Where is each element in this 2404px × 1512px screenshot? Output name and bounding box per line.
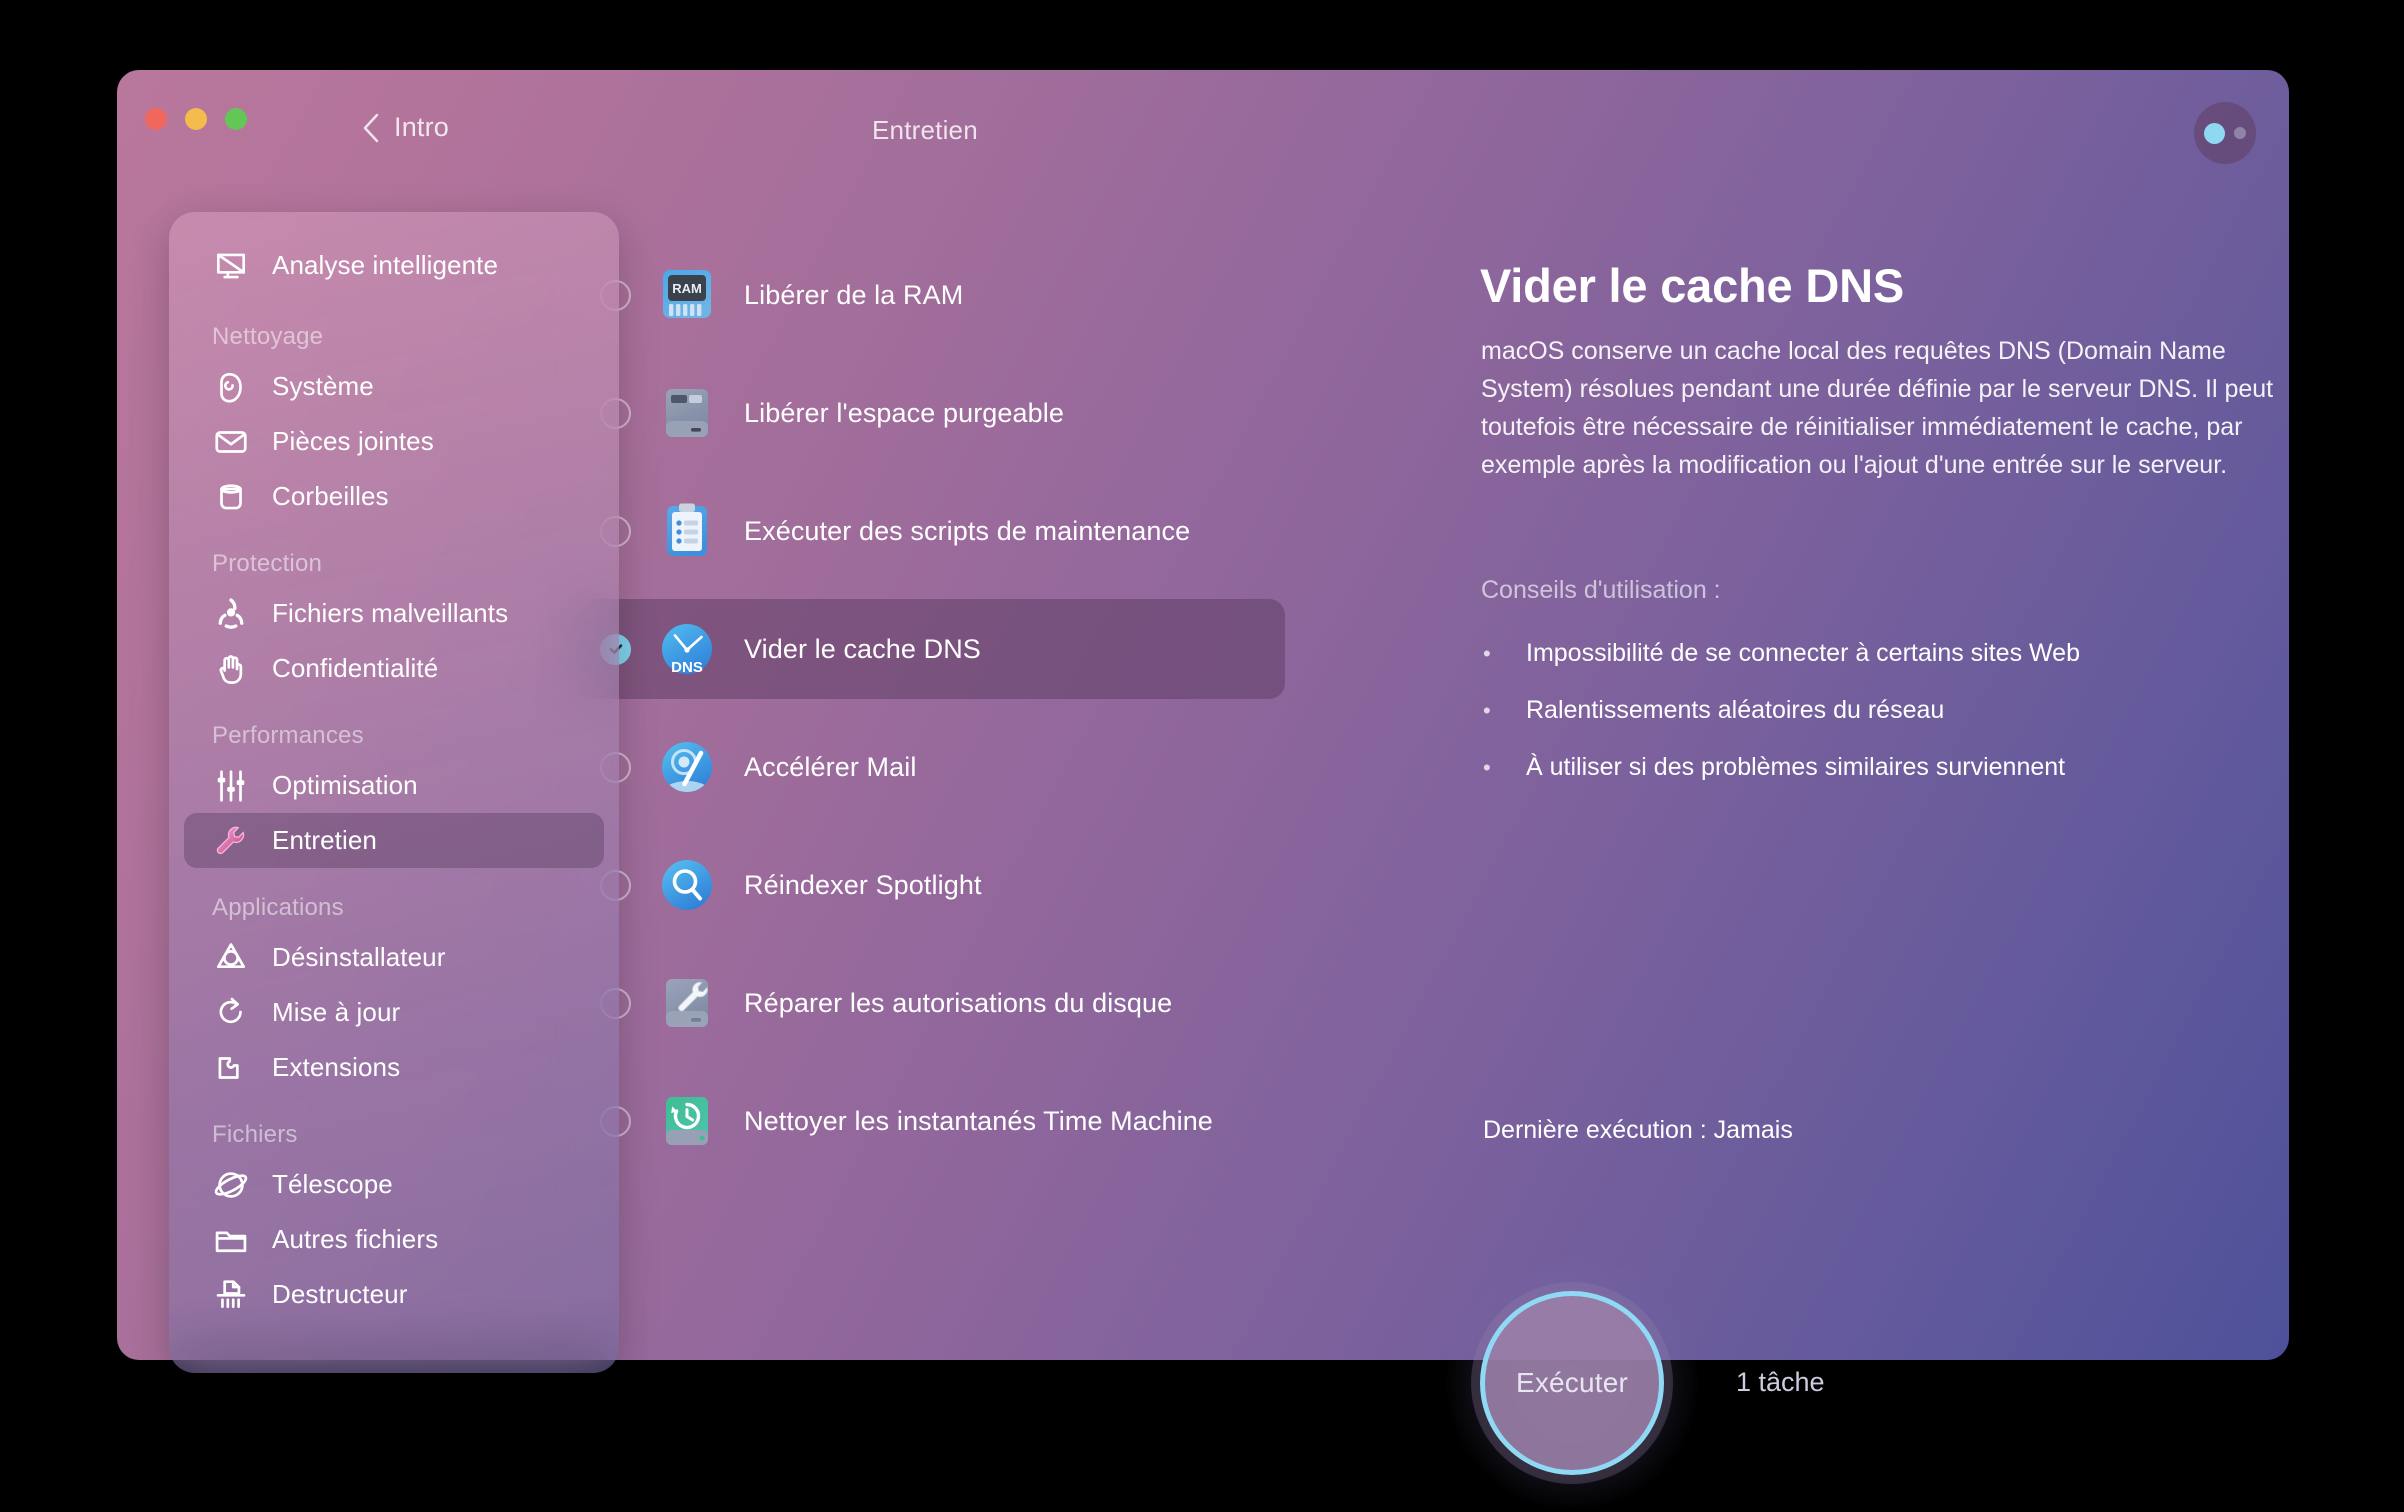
sidebar-item-analyse-intelligente[interactable]: Analyse intelligente <box>184 238 604 293</box>
task-label: Nettoyer les instantanés Time Machine <box>744 1105 1213 1136</box>
sidebar-group-title: Protection <box>212 550 323 577</box>
task-row[interactable]: Réindexer Spotlight <box>575 835 1285 935</box>
purgeable-disk-icon <box>658 384 716 442</box>
biohazard-icon <box>212 595 250 633</box>
sidebar-item-label: Destructeur <box>272 1279 408 1309</box>
minimize-button[interactable] <box>185 108 207 130</box>
task-label: Réindexer Spotlight <box>744 869 982 900</box>
sidebar-item-label: Corbeilles <box>272 481 389 511</box>
smart-scan-icon <box>212 247 250 285</box>
sidebar-group-title: Performances <box>212 722 364 749</box>
task-label: Libérer l'espace purgeable <box>744 397 1064 428</box>
sidebar-item-label: Analyse intelligente <box>272 250 499 280</box>
run-button-wrap: Exécuter <box>1446 1257 1698 1509</box>
zoom-button[interactable] <box>225 108 247 130</box>
svg-text:RAM: RAM <box>672 281 702 296</box>
task-row[interactable]: Exécuter des scripts de maintenance <box>575 481 1285 581</box>
sidebar-item-autres-fichiers[interactable]: Autres fichiers <box>184 1212 604 1267</box>
tip-item: À utiliser si des problèmes similaires s… <box>1481 739 2289 796</box>
sidebar-item-label: Désinstallateur <box>272 942 446 972</box>
tips-list: Impossibilité de se connecter à certains… <box>1481 625 2289 796</box>
sidebar-item-label: Pièces jointes <box>272 426 434 456</box>
task-list: RAM Libérer de la RAM Libérer l'espace p… <box>575 245 1285 1189</box>
sidebar-item-t-lescope[interactable]: Télescope <box>184 1157 604 1212</box>
disk-wrench-icon <box>658 974 716 1032</box>
back-navigation[interactable]: Intro <box>362 112 449 143</box>
task-label: Réparer les autorisations du disque <box>744 987 1173 1018</box>
svg-text:DNS: DNS <box>671 659 703 676</box>
sidebar-item-destructeur[interactable]: Destructeur <box>184 1267 604 1322</box>
run-button-label: Exécuter <box>1515 1367 1629 1398</box>
sidebar-item-corbeilles[interactable]: Corbeilles <box>184 469 604 524</box>
dns-clock-icon: DNS <box>658 620 716 678</box>
tip-item: Impossibilité de se connecter à certains… <box>1481 625 2289 682</box>
tips-title: Conseils d'utilisation : <box>1481 576 1721 604</box>
privacy-hand-icon <box>212 650 250 688</box>
task-row[interactable]: RAM Libérer de la RAM <box>575 245 1285 345</box>
back-label: Intro <box>394 112 450 142</box>
time-machine-icon <box>658 1092 716 1150</box>
task-count-label: 1 tâche <box>1736 1367 1825 1397</box>
sidebar-item-label: Extensions <box>272 1052 401 1082</box>
clipboard-scripts-icon <box>658 502 716 560</box>
mail-attachments-icon <box>212 423 250 461</box>
app-window: Intro Entretien RAM Libérer de la RAM Li… <box>117 70 2289 1509</box>
detail-title: Vider le cache DNS <box>1480 259 1904 312</box>
sidebar-item-d-sinstallateur[interactable]: Désinstallateur <box>184 930 604 985</box>
last-run-status: Dernière exécution : Jamais <box>1483 1116 1793 1144</box>
system-junk-icon <box>212 368 250 406</box>
section-title: Entretien <box>872 115 978 145</box>
sliders-icon <box>212 767 250 805</box>
shredder-icon <box>212 1276 250 1314</box>
sidebar-item-mise-jour[interactable]: Mise à jour <box>184 985 604 1040</box>
sidebar-item-label: Système <box>272 371 374 401</box>
sidebar-item-label: Entretien <box>272 825 377 855</box>
sidebar-item-label: Confidentialité <box>272 653 439 683</box>
sidebar-group-title: Fichiers <box>212 1121 298 1148</box>
speed-up-mail-icon <box>658 738 716 796</box>
sidebar-item-pi-ces-jointes[interactable]: Pièces jointes <box>184 414 604 469</box>
sidebar: Analyse intelligente Nettoyage Système Pièc… <box>169 212 619 1373</box>
task-row[interactable]: DNS Vider le cache DNS <box>575 599 1285 699</box>
extensions-puzzle-icon <box>212 1049 250 1087</box>
folder-icon <box>212 1221 250 1259</box>
sidebar-item-label: Mise à jour <box>272 997 401 1027</box>
sidebar-item-extensions[interactable]: Extensions <box>184 1040 604 1095</box>
ram-chip-icon: RAM <box>658 266 716 324</box>
task-label: Accélérer Mail <box>744 751 917 782</box>
sidebar-group-title: Nettoyage <box>212 323 324 350</box>
sidebar-item-optimisation[interactable]: Optimisation <box>184 758 604 813</box>
detail-description: macOS conserve un cache local des requêt… <box>1481 337 2274 479</box>
uninstaller-icon <box>212 939 250 977</box>
task-label: Libérer de la RAM <box>744 279 964 310</box>
updater-icon <box>212 994 250 1032</box>
sidebar-item-label: Autres fichiers <box>272 1224 439 1254</box>
space-lens-icon <box>212 1166 250 1204</box>
sidebar-item-label: Optimisation <box>272 770 418 800</box>
chevron-left-icon <box>362 113 380 143</box>
task-row[interactable]: Accélérer Mail <box>575 717 1285 817</box>
traffic-lights <box>145 108 247 130</box>
task-row[interactable]: Réparer les autorisations du disque <box>575 953 1285 1053</box>
task-label: Exécuter des scripts de maintenance <box>744 515 1191 546</box>
task-label: Vider le cache DNS <box>744 633 981 664</box>
close-button[interactable] <box>145 108 167 130</box>
task-row[interactable]: Nettoyer les instantanés Time Machine <box>575 1071 1285 1171</box>
sidebar-item-fichiers-malveillants[interactable]: Fichiers malveillants <box>184 586 604 641</box>
spotlight-search-icon <box>658 856 716 914</box>
sidebar-item-confidentialit[interactable]: Confidentialité <box>184 641 604 696</box>
sidebar-item-entretien[interactable]: Entretien <box>184 813 604 868</box>
task-row[interactable]: Libérer l'espace purgeable <box>575 363 1285 463</box>
run-button[interactable]: Exécuter <box>1480 1291 1664 1475</box>
detail-panel: Vider le cache DNS macOS conserve un cac… <box>1365 70 2289 1360</box>
sidebar-item-syst-me[interactable]: Système <box>184 359 604 414</box>
sidebar-group-title: Applications <box>212 894 344 921</box>
wrench-icon <box>212 822 250 860</box>
sidebar-item-label: Télescope <box>272 1169 393 1199</box>
tip-item: Ralentissements aléatoires du réseau <box>1481 682 2289 739</box>
trash-bins-icon <box>212 478 250 516</box>
sidebar-item-label: Fichiers malveillants <box>272 598 509 628</box>
